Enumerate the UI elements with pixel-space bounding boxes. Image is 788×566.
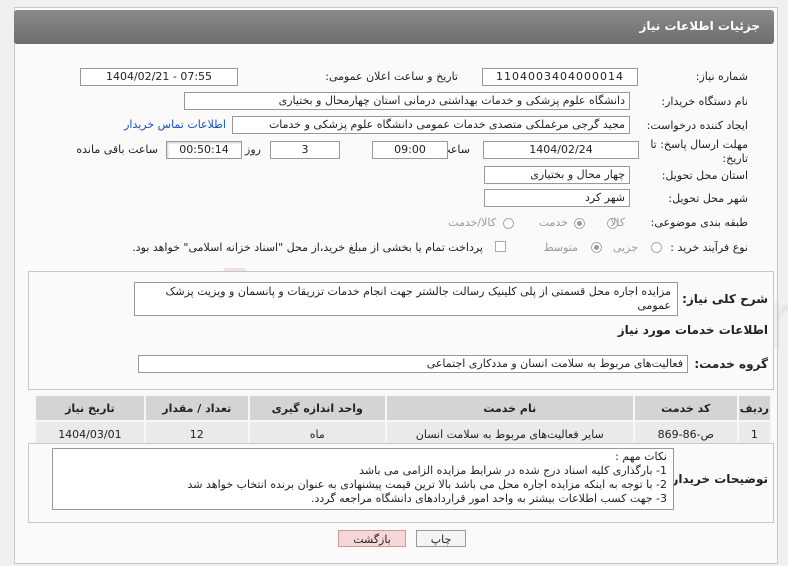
category-option-goods-service: کالا/خدمت	[448, 216, 496, 229]
buyer-org-field: دانشگاه علوم پزشکی و خدمات بهداشتی درمان…	[184, 92, 630, 110]
category-radio-goods-service[interactable]	[503, 218, 514, 229]
purchase-option-medium: متوسط	[543, 241, 578, 254]
deadline-date-field: 1404/02/24	[483, 141, 639, 159]
summary-label: شرح کلی نیاز:	[682, 292, 768, 306]
notes-line: 1- بارگذاری کلیه اسناد درج شده در شرایط …	[359, 464, 667, 477]
treasury-checkbox[interactable]	[495, 241, 506, 252]
col-header-unit: واحد اندازه گیری	[247, 394, 387, 422]
buyer-org-label: نام دستگاه خریدار:	[661, 95, 748, 108]
col-header-need-date: تاریخ نیاز	[34, 394, 146, 422]
page-header: جزئیات اطلاعات نیاز	[14, 10, 774, 44]
back-button[interactable]: بازگشت	[338, 530, 406, 547]
col-header-service-code: کد خدمت	[632, 394, 739, 422]
city-label: شهر محل تحویل:	[668, 192, 748, 205]
col-header-service-name: نام خدمت	[384, 394, 635, 422]
category-option-goods: کالا	[610, 216, 625, 229]
requester-field: مجید گرجی مرغملکی متصدی خدمات عمومی دانش…	[232, 116, 630, 134]
services-section-title: اطلاعات خدمات مورد نیاز	[617, 323, 768, 337]
need-number-field: 1104003404000014	[482, 68, 638, 86]
print-button[interactable]: چاپ	[416, 530, 466, 547]
summary-textarea[interactable]: مزایده اجاره محل قسمتی از پلی کلینیک رسا…	[134, 282, 678, 316]
table-header-row: ردیف کد خدمت نام خدمت واحد اندازه گیری ت…	[34, 394, 773, 422]
purchase-type-label: نوع فرآیند خرید :	[670, 241, 748, 254]
province-field: چهار محال و بختیاری	[484, 166, 630, 184]
remaining-days-field: 3	[270, 141, 340, 159]
page-title: جزئیات اطلاعات نیاز	[639, 19, 760, 33]
notes-line: 3- جهت کسب اطلاعات بیشتر به واحد امور قر…	[311, 492, 667, 505]
announce-datetime-label: تاریخ و ساعت اعلان عمومی:	[325, 70, 458, 83]
notes-label: توضیحات خریدار:	[666, 472, 768, 486]
province-label: استان محل تحویل:	[661, 169, 748, 182]
treasury-payment-note: پرداخت تمام یا بخشی از مبلغ خرید،از محل …	[132, 241, 483, 254]
deadline-label-date: تاریخ:	[722, 152, 748, 165]
services-table: ردیف کد خدمت نام خدمت واحد اندازه گیری ت…	[34, 394, 773, 448]
buyer-contact-link[interactable]: اطلاعات تماس خریدار	[124, 118, 226, 131]
remaining-time-field: 00:50:14	[166, 141, 242, 159]
category-radio-service[interactable]	[574, 218, 585, 229]
col-header-row-number: ردیف	[736, 394, 773, 422]
need-number-label: شماره نیاز:	[695, 70, 748, 83]
deadline-label: مهلت ارسال پاسخ: تا	[650, 138, 748, 151]
announce-datetime-field: 1404/02/21 - 07:55	[80, 68, 238, 86]
purchase-radio-medium[interactable]	[591, 242, 602, 253]
notes-line: 2- با توجه به اینکه مزایده اجاره محل می …	[187, 478, 667, 491]
deadline-time-field: 09:00	[372, 141, 448, 159]
notes-textarea[interactable]: نکات مهم : 1- بارگذاری کلیه اسناد درج شد…	[52, 448, 674, 510]
city-field: شهر کرد	[484, 189, 630, 207]
category-option-service: خدمت	[538, 216, 568, 229]
requester-label: ایجاد کننده درخواست:	[646, 119, 748, 132]
purchase-option-minor: جزیی	[612, 241, 638, 254]
notes-line: نکات مهم :	[615, 450, 667, 463]
remaining-time-label: ساعت باقی مانده	[76, 143, 158, 156]
service-group-field: فعالیت‌های مربوط به سلامت انسان و مددکار…	[138, 355, 688, 373]
purchase-radio-minor[interactable]	[651, 242, 662, 253]
service-group-label: گروه خدمت:	[694, 357, 768, 371]
col-header-quantity: تعداد / مقدار	[143, 394, 250, 422]
category-label: طبقه بندی موضوعی:	[650, 216, 748, 229]
